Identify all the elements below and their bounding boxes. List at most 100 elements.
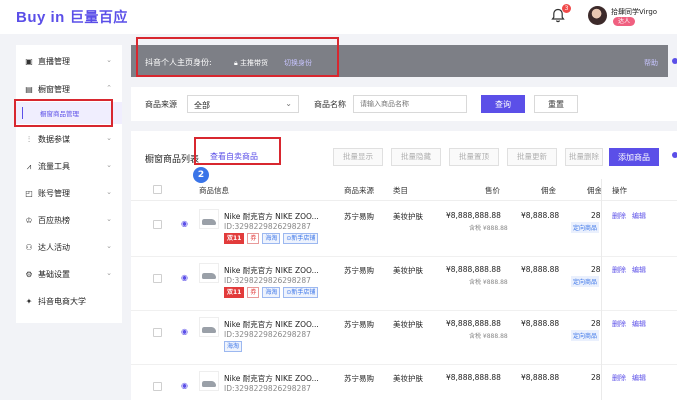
batch-pin-button[interactable]: 批量置顶 <box>449 148 499 166</box>
product-id: ID:3298229826298287 <box>224 222 311 231</box>
help-link[interactable]: 帮助 <box>644 58 658 68</box>
table-header: 商品信息 商品来源 类目 售价 佣金 佣金 操作 <box>131 179 677 201</box>
product-id: ID:3298229826298287 <box>224 330 311 339</box>
product-name-input[interactable] <box>353 95 467 113</box>
column-header: 类目 <box>393 186 408 195</box>
product-price: ¥8,888,888.88 <box>446 319 501 328</box>
showcase-icon: ▤ <box>25 85 33 94</box>
product-name[interactable]: Nike 耐克官方 NIKE ZOO... <box>224 319 319 330</box>
trophy-icon: ♔ <box>25 216 33 225</box>
tag-double11: 双11 <box>224 233 245 244</box>
query-button[interactable]: 查询 <box>481 95 525 113</box>
delete-button[interactable]: 删除 <box>612 265 626 275</box>
table-row: ◉ Nike 耐克官方 NIKE ZOO... ID:3298229826298… <box>131 203 677 257</box>
source-select[interactable]: 全部 ⌄ <box>187 95 299 113</box>
product-commission: ¥8,888.88 <box>521 319 560 328</box>
list-title: 橱窗商品列表 <box>145 155 200 165</box>
row-checkbox[interactable] <box>153 328 162 337</box>
add-product-button[interactable]: 添加商品 <box>609 148 659 166</box>
sidebar-item-university[interactable]: ✦ 抖音电商大学 <box>16 290 122 314</box>
scroll-dot <box>672 152 677 158</box>
batch-delete-button[interactable]: 批量删除 <box>565 148 603 166</box>
reset-button[interactable]: 重置 <box>534 95 578 113</box>
account-icon: ◰ <box>25 189 33 198</box>
top-bar: Buy in 巨量百应 3 拾肆同学Virgo 达人 <box>0 0 677 34</box>
live-icon: ▣ <box>25 57 33 66</box>
name-label: 商品名称 <box>314 100 346 109</box>
tag-new-shop: ⊙新手店铺 <box>283 233 319 244</box>
delete-button[interactable]: 删除 <box>612 319 626 329</box>
table-row: ◉ Nike 耐克官方 NIKE ZOO... ID:3298229826298… <box>131 257 677 311</box>
product-commission: ¥8,888.88 <box>521 265 560 274</box>
product-price-tax: 含税 ¥888.88 <box>469 279 508 286</box>
data-icon: ⫶ <box>28 135 30 144</box>
eye-icon[interactable]: ◉ <box>181 327 188 336</box>
eye-icon[interactable]: ◉ <box>181 381 188 390</box>
sidebar-item-label: 直播管理 <box>38 57 70 66</box>
product-name[interactable]: Nike 耐克官方 NIKE ZOO... <box>224 265 319 276</box>
delete-button[interactable]: 删除 <box>612 211 626 221</box>
tag-coupon: 券 <box>247 233 260 244</box>
eye-icon[interactable]: ◉ <box>181 273 188 282</box>
product-id: ID:3298229826298287 <box>224 276 311 285</box>
tag-haitao: 海淘 <box>224 341 243 352</box>
product-name[interactable]: Nike 耐克官方 NIKE ZOO... <box>224 373 319 384</box>
product-price-tax: 含税 ¥888.88 <box>469 225 508 232</box>
username[interactable]: 拾肆同学Virgo <box>611 7 657 17</box>
sidebar-item-traffic[interactable]: ⩘ 流量工具 ⌄ <box>16 155 122 179</box>
sidebar-item-data[interactable]: ⫶ 数据参谋 ⌄ <box>16 128 122 152</box>
filter-bar: 商品来源 全部 ⌄ 商品名称 查询 重置 <box>131 87 677 121</box>
column-header: 售价 <box>485 186 500 195</box>
source-select-value: 全部 <box>194 101 210 110</box>
row-checkbox[interactable] <box>153 382 162 391</box>
university-icon: ✦ <box>25 297 33 306</box>
sidebar-item-hotlist[interactable]: ♔ 百应热榜 ⌄ <box>16 209 122 233</box>
highlight-box-notice <box>136 37 339 77</box>
product-price: ¥8,888,888.88 <box>446 211 501 220</box>
column-header: 商品信息 <box>199 186 229 195</box>
row-checkbox[interactable] <box>153 274 162 283</box>
commission-rate: 28 <box>591 265 601 274</box>
sidebar-item-label: 百应热榜 <box>38 216 70 225</box>
user-role-badge: 达人 <box>613 17 636 26</box>
batch-hide-button[interactable]: 批量隐藏 <box>391 148 441 166</box>
select-all-checkbox[interactable] <box>153 185 162 194</box>
commission-rate: 28 <box>591 319 601 328</box>
chevron-down-icon: ⌄ <box>106 269 112 277</box>
edit-button[interactable]: 编辑 <box>632 211 646 221</box>
sidebar-item-settings[interactable]: ⚙ 基础设置 ⌄ <box>16 263 122 287</box>
tag-double11: 双11 <box>224 287 245 298</box>
source-label: 商品来源 <box>145 100 177 109</box>
chevron-down-icon: ⌄ <box>106 242 112 250</box>
avatar[interactable] <box>588 6 607 25</box>
chevron-down-icon: ⌄ <box>106 215 112 223</box>
sidebar-item-label: 数据参谋 <box>38 135 70 144</box>
sidebar-item-account[interactable]: ◰ 账号管理 ⌄ <box>16 182 122 206</box>
product-price: ¥8,888,888.88 <box>446 373 501 382</box>
sidebar-item-activity[interactable]: ⚇ 达人活动 ⌄ <box>16 236 122 260</box>
brand-logo[interactable]: Buy in 巨量百应 <box>16 7 128 27</box>
eye-icon[interactable]: ◉ <box>181 219 188 228</box>
sidebar-item-live[interactable]: ▣ 直播管理 ⌄ <box>16 50 122 74</box>
edit-button[interactable]: 编辑 <box>632 373 646 383</box>
product-tags: 双11 券 海淘 ⊙新手店铺 <box>224 287 319 298</box>
sticky-column-divider <box>601 179 602 400</box>
batch-show-button[interactable]: 批量显示 <box>333 148 383 166</box>
edit-button[interactable]: 编辑 <box>632 319 646 329</box>
product-commission: ¥8,888.88 <box>521 373 560 382</box>
batch-update-button[interactable]: 批量更新 <box>507 148 557 166</box>
product-source: 苏宁易购 <box>344 320 374 329</box>
chevron-down-icon: ⌄ <box>106 188 112 196</box>
edit-button[interactable]: 编辑 <box>632 265 646 275</box>
sidebar-item-label: 橱窗管理 <box>38 85 70 94</box>
product-price-tax: 含税 ¥888.88 <box>469 333 508 340</box>
product-id: ID:3298229826298287 <box>224 384 311 393</box>
product-name[interactable]: Nike 耐克官方 NIKE ZOO... <box>224 211 319 222</box>
chevron-down-icon: ⌄ <box>285 99 292 108</box>
directed-product-badge: 定向商品 <box>571 222 600 233</box>
sidebar-item-label: 基础设置 <box>38 270 70 279</box>
row-checkbox[interactable] <box>153 220 162 229</box>
delete-button[interactable]: 删除 <box>612 373 626 383</box>
table-row: ◉ Nike 耐克官方 NIKE ZOO... ID:3298229826298… <box>131 311 677 365</box>
column-header: 商品来源 <box>344 186 374 195</box>
